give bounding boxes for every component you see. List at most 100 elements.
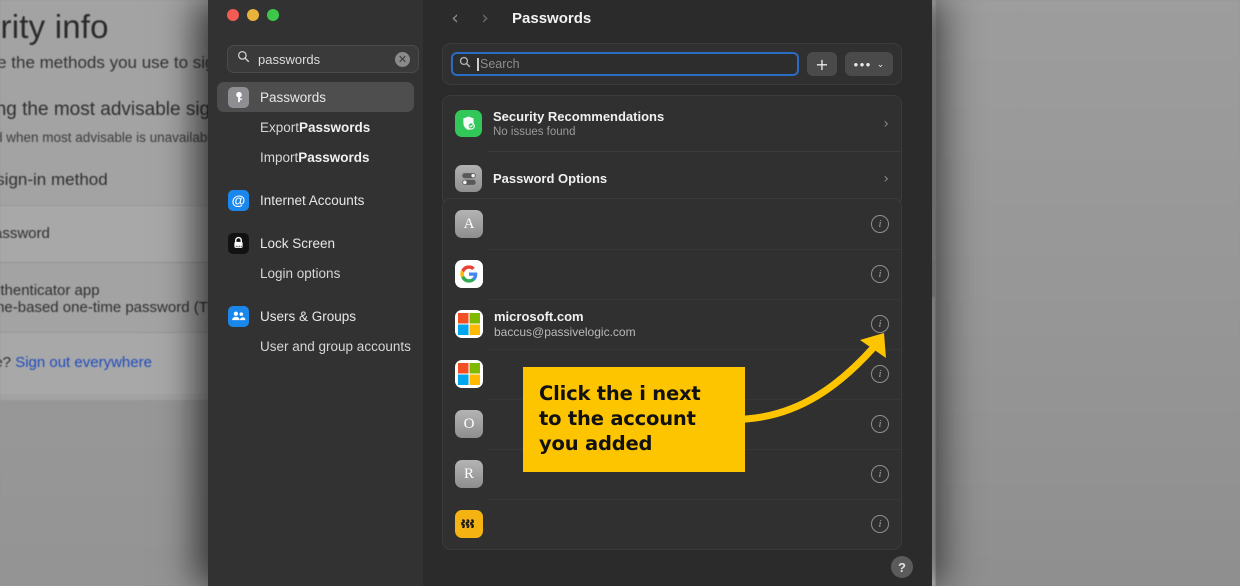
add-password-button[interactable]: + [807, 52, 837, 76]
search-placeholder: Search [480, 57, 520, 71]
password-row-text [494, 474, 871, 475]
sidebar-sub-prefix: Import [260, 149, 299, 165]
info-button[interactable]: i [871, 415, 889, 433]
close-button[interactable] [227, 9, 239, 21]
ellipsis-icon: ••• [853, 56, 872, 72]
google-icon [455, 260, 483, 288]
annotation-callout: Click the i next to the account you adde… [523, 367, 745, 472]
sidebar-sub-prefix: Export [260, 119, 300, 135]
letter-a-icon: A [455, 210, 483, 238]
at-icon: @ [228, 189, 249, 211]
sidebar-item-label: Internet Accounts [260, 192, 365, 208]
annotation-callout-text: Click the i next to the account you adde… [539, 382, 708, 455]
sidebar-item-label: Users & Groups [260, 308, 357, 324]
info-button[interactable]: i [871, 365, 889, 383]
chevron-right-icon[interactable]: › [470, 3, 500, 33]
sidebar-sub-prefix: User and group accounts [260, 338, 411, 354]
search-icon [237, 50, 250, 68]
screenshot-root: urity info are the methods you use to si… [0, 0, 1240, 586]
password-row[interactable]: i [443, 249, 901, 299]
chevron-left-icon[interactable]: ‹ [440, 3, 470, 33]
row-subtitle: No issues found [493, 125, 576, 138]
window-traffic-lights [227, 9, 279, 21]
sidebar-item-lock-screen[interactable]: Lock Screen [217, 228, 414, 258]
toggles-icon [455, 165, 482, 192]
zoom-button[interactable] [267, 9, 279, 21]
info-button[interactable]: i [871, 265, 889, 283]
minimize-button[interactable] [247, 9, 259, 21]
passwords-toolbar: Search + ••• ⌄ [442, 43, 902, 85]
icon-glyph: A [463, 215, 475, 232]
clear-icon[interactable]: ✕ [395, 51, 410, 67]
background-row-authenticator: Authenticator app [0, 282, 100, 299]
background-page-title: urity info [0, 8, 109, 45]
sidebar-item-internet-accounts[interactable]: @ Internet Accounts [217, 185, 414, 215]
settings-detail-pane: ‹ › Passwords Search + ••• ⌄ Security Re… [423, 0, 932, 586]
chevron-down-icon: ⌄ [876, 58, 885, 69]
info-button-microsoft-row[interactable]: i [871, 315, 889, 333]
background-signin-method-text: d sign-in method [0, 170, 108, 189]
background-advisable-text: sing the most advisable sign-in [0, 99, 242, 120]
row-title: Password Options [493, 171, 608, 186]
page-title: Passwords [512, 9, 592, 27]
microsoft-icon [455, 310, 483, 338]
icon-glyph: R [463, 465, 474, 482]
info-button[interactable]: i [871, 515, 889, 533]
icon-glyph: O [463, 415, 475, 432]
sidebar-item-passwords[interactable]: Passwords [217, 82, 414, 112]
sidebar-sub-prefix: Login options [260, 265, 341, 281]
sidebar-item-user-and-group-accounts[interactable]: User and group accounts [217, 331, 414, 361]
sign-out-everywhere-link[interactable]: Sign out everywhere [15, 354, 152, 371]
text-caret [477, 58, 479, 71]
password-row[interactable]: i [443, 499, 901, 549]
search-icon [459, 55, 471, 73]
sidebar-item-list: Passwords Export Passwords Import Passwo… [208, 82, 423, 361]
users-icon [228, 305, 249, 327]
search-input[interactable]: Search [451, 52, 799, 76]
background-row-password: Password [0, 225, 50, 242]
sidebar-item-users-groups[interactable]: Users & Groups [217, 301, 414, 331]
info-button[interactable]: i [871, 215, 889, 233]
chevron-right-icon: › [883, 170, 889, 187]
microsoft-icon [455, 360, 483, 388]
sidebar-item-label: Passwords [260, 89, 327, 105]
key-icon [228, 86, 249, 108]
letter-r-icon: R [455, 460, 483, 488]
lock-icon [228, 232, 249, 254]
system-settings-window: passwords ✕ Passwords Export Passwords I… [208, 0, 932, 586]
sidebar-search-field[interactable]: passwords ✕ [227, 45, 419, 73]
plus-icon: + [815, 54, 829, 74]
row-title: microsoft.com [494, 308, 584, 324]
sidebar-item-import-passwords[interactable]: Import Passwords [217, 142, 414, 172]
password-row-microsoft[interactable]: microsoft.com baccus@passivelogic.com i [443, 299, 901, 349]
detail-header: ‹ › Passwords [423, 0, 932, 36]
letter-o-icon: O [455, 410, 483, 438]
options-card: Security Recommendations No issues found… [442, 95, 902, 207]
sidebar-search-value: passwords [258, 52, 321, 66]
password-row-text: microsoft.com baccus@passivelogic.com [494, 309, 871, 340]
wavy-lines-icon [455, 510, 483, 538]
password-row[interactable]: A i [443, 199, 901, 249]
chevron-right-icon: › [883, 115, 889, 132]
background-signout-row: vice? Sign out everywhere [0, 354, 152, 371]
more-options-button[interactable]: ••• ⌄ [845, 52, 893, 76]
security-recommendations-row[interactable]: Security Recommendations No issues found… [443, 96, 901, 151]
password-row-text [494, 224, 871, 225]
sidebar-item-login-options[interactable]: Login options [217, 258, 414, 288]
sidebar-sub-strong: Passwords [299, 119, 371, 135]
sidebar-item-export-passwords[interactable]: Export Passwords [217, 112, 414, 142]
password-options-text: Password Options [493, 171, 883, 186]
help-button[interactable]: ? [891, 556, 913, 578]
password-row-text [494, 524, 871, 525]
info-button[interactable]: i [871, 465, 889, 483]
security-recommendations-text: Security Recommendations No issues found [493, 109, 883, 139]
sidebar-item-label: Lock Screen [260, 235, 336, 251]
row-subtitle: baccus@passivelogic.com [494, 324, 636, 339]
background-row-authenticator-sub: Time-based one-time password (TOTP) [0, 299, 244, 316]
row-title: Security Recommendations [493, 108, 665, 124]
settings-sidebar: passwords ✕ Passwords Export Passwords I… [208, 0, 423, 586]
background-signout-prefix: vice? [0, 354, 12, 371]
